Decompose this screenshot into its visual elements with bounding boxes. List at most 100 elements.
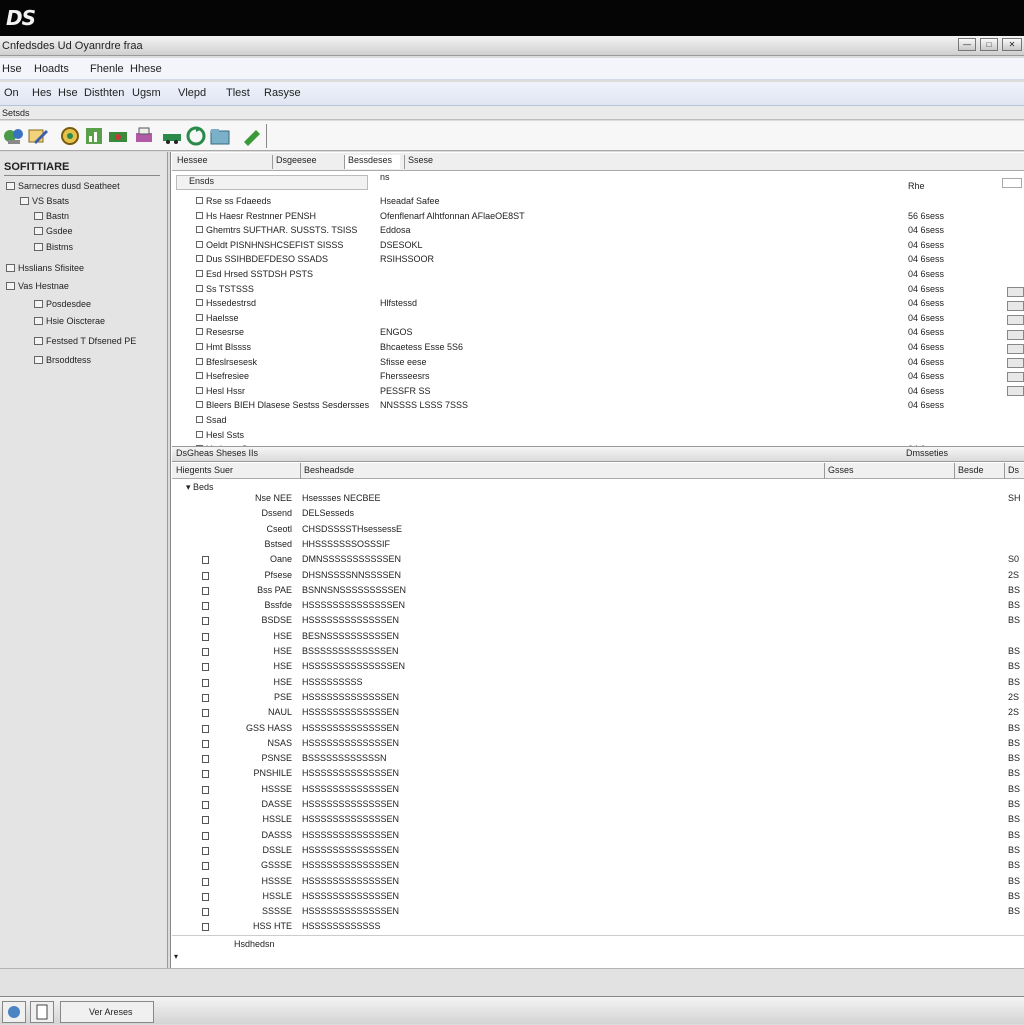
- tab-hessee[interactable]: Hessee: [174, 155, 270, 169]
- row-checkbox[interactable]: [202, 556, 209, 564]
- table-row[interactable]: DASSE HSSSSSSSSSSSSSEN BS: [176, 798, 1024, 813]
- table-row[interactable]: Bss PAE BSNNSNSSSSSSSSSEN BS: [176, 584, 1024, 599]
- side-tab[interactable]: [1007, 386, 1024, 396]
- tab-bessdeses[interactable]: Bessdeses: [344, 155, 400, 169]
- menu-item[interactable]: Hse: [2, 63, 22, 75]
- table-cell[interactable]: Hesl Hssr: [196, 386, 245, 396]
- column-divider[interactable]: [300, 463, 301, 479]
- sidebar-item[interactable]: Gsdee: [34, 226, 73, 236]
- network-icon[interactable]: [2, 124, 26, 148]
- row-checkbox[interactable]: [196, 285, 203, 292]
- row-checkbox[interactable]: [202, 923, 209, 931]
- table-row[interactable]: Dssend DELSesseds: [176, 507, 1024, 522]
- row-checkbox[interactable]: [196, 314, 203, 321]
- menu-item[interactable]: Tlest: [226, 87, 250, 99]
- table-row[interactable]: SSSSE HSSSSSSSSSSSSSEN BS: [176, 905, 1024, 920]
- table-cell[interactable]: Ss TSTSSS: [196, 284, 254, 294]
- table-cell[interactable]: Hmt Blssss: [196, 342, 251, 352]
- table-cell[interactable]: Esd Hrsed SSTDSH PSTS: [196, 269, 313, 279]
- table-row[interactable]: PNSHILE HSSSSSSSSSSSSSEN BS: [176, 767, 1024, 782]
- menu-item[interactable]: Hhese: [130, 63, 162, 75]
- row-checkbox[interactable]: [202, 862, 209, 870]
- menu-item[interactable]: Hes: [32, 87, 52, 99]
- row-checkbox[interactable]: [196, 372, 203, 379]
- column-header[interactable]: Besheadsde: [304, 465, 354, 475]
- row-checkbox[interactable]: [196, 416, 203, 423]
- row-checkbox[interactable]: [202, 816, 209, 824]
- sidebar-item[interactable]: Hsslians Sfisitee: [6, 263, 84, 273]
- menu-item[interactable]: Hoadts: [34, 63, 69, 75]
- column-header[interactable]: Besde: [958, 465, 984, 475]
- row-checkbox[interactable]: [202, 770, 209, 778]
- row-checkbox[interactable]: [202, 633, 209, 641]
- table-row[interactable]: HSS HTE HSSSSSSSSSSSS: [176, 920, 1024, 935]
- table-row[interactable]: PSNSE BSSSSSSSSSSSSN BS: [176, 752, 1024, 767]
- chart-icon[interactable]: [82, 124, 106, 148]
- menu-item[interactable]: Ugsm: [132, 87, 161, 99]
- menu-item[interactable]: Disthten: [84, 87, 124, 99]
- sync-icon[interactable]: [184, 124, 208, 148]
- table-row[interactable]: PSE HSSSSSSSSSSSSSEN 2S: [176, 691, 1024, 706]
- column-divider[interactable]: [824, 463, 825, 479]
- row-checkbox[interactable]: [202, 602, 209, 610]
- scroll-control[interactable]: [1002, 178, 1022, 188]
- row-checkbox[interactable]: [202, 740, 209, 748]
- table-row[interactable]: NSAS HSSSSSSSSSSSSSEN BS: [176, 737, 1024, 752]
- maximize-button[interactable]: □: [980, 38, 998, 51]
- sidebar-item[interactable]: VS Bsats: [20, 196, 69, 206]
- split-header[interactable]: [172, 446, 1024, 462]
- table-row[interactable]: DSSLE HSSSSSSSSSSSSSEN BS: [176, 844, 1024, 859]
- column-divider[interactable]: [954, 463, 955, 479]
- row-checkbox[interactable]: [196, 343, 203, 350]
- menu-item[interactable]: Rasyse: [264, 87, 301, 99]
- row-checkbox[interactable]: [202, 847, 209, 855]
- column-header[interactable]: Gsses: [828, 465, 854, 475]
- row-checkbox[interactable]: [202, 801, 209, 809]
- folder-icon[interactable]: [208, 124, 232, 148]
- sidebar-item[interactable]: Festsed T Dfsened PE: [34, 336, 136, 346]
- row-checkbox[interactable]: [202, 648, 209, 656]
- sidebar-item[interactable]: Hsie Oiscterae: [34, 316, 105, 326]
- row-checkbox[interactable]: [196, 299, 203, 306]
- table-cell[interactable]: Resesrse: [196, 327, 244, 337]
- sidebar-item[interactable]: Vas Hestnae: [6, 281, 69, 291]
- table-row[interactable]: BSDSE HSSSSSSSSSSSSSEN BS: [176, 614, 1024, 629]
- tab-ssese[interactable]: Ssese: [404, 155, 442, 169]
- menu-item[interactable]: Vlepd: [178, 87, 206, 99]
- sidebar-item[interactable]: Sarnecres dusd Seatheet: [6, 181, 120, 191]
- row-checkbox[interactable]: [196, 197, 203, 204]
- table-cell[interactable]: Rse ss Fdaeeds: [196, 196, 271, 206]
- table-row[interactable]: Bstsed HHSSSSSSSOSSSIF: [176, 538, 1024, 553]
- table-cell[interactable]: Hssedestrsd: [196, 298, 256, 308]
- breadcrumb[interactable]: Setsds: [2, 108, 30, 118]
- row-checkbox[interactable]: [202, 725, 209, 733]
- table-row[interactable]: Pfsese DHSNSSSSNNSSSSEN 2S: [176, 569, 1024, 584]
- table-row[interactable]: Oane DMNSSSSSSSSSSSEN S0: [176, 553, 1024, 568]
- table-cell[interactable]: Haelsse: [196, 313, 239, 323]
- gear-icon[interactable]: [58, 124, 82, 148]
- table-row[interactable]: HSSLE HSSSSSSSSSSSSSEN BS: [176, 813, 1024, 828]
- row-checkbox[interactable]: [196, 212, 203, 219]
- pencil-icon[interactable]: [26, 124, 50, 148]
- sidebar-item[interactable]: Brsoddtess: [34, 355, 91, 365]
- table-row[interactable]: GSSSE HSSSSSSSSSSSSSEN BS: [176, 859, 1024, 874]
- sidebar-item[interactable]: Bistms: [34, 242, 73, 252]
- sidebar-item[interactable]: Posdesdee: [34, 299, 91, 309]
- tools-icon[interactable]: [106, 124, 130, 148]
- status-task-button[interactable]: Ver Areses: [60, 1001, 154, 1023]
- table-row[interactable]: HSE HSSSSSSSSSSSSSSEN BS: [176, 660, 1024, 675]
- row-checkbox[interactable]: [202, 755, 209, 763]
- filter-input[interactable]: Ensds: [176, 175, 368, 190]
- row-checkbox[interactable]: [202, 786, 209, 794]
- table-cell[interactable]: Oeldt PISNHNSHCSEFIST SISSS: [196, 240, 343, 250]
- row-checkbox[interactable]: [202, 617, 209, 625]
- column-header[interactable]: Ds: [1008, 465, 1019, 475]
- column-header[interactable]: Hiegents Suer: [176, 465, 233, 475]
- side-tab[interactable]: [1007, 315, 1024, 325]
- menu-item[interactable]: On: [4, 87, 19, 99]
- car-icon[interactable]: [160, 124, 184, 148]
- row-checkbox[interactable]: [202, 878, 209, 886]
- table-cell[interactable]: Hs Haesr Restnner PENSH: [196, 211, 316, 221]
- arrow-icon[interactable]: [240, 124, 264, 148]
- row-checkbox[interactable]: [202, 572, 209, 580]
